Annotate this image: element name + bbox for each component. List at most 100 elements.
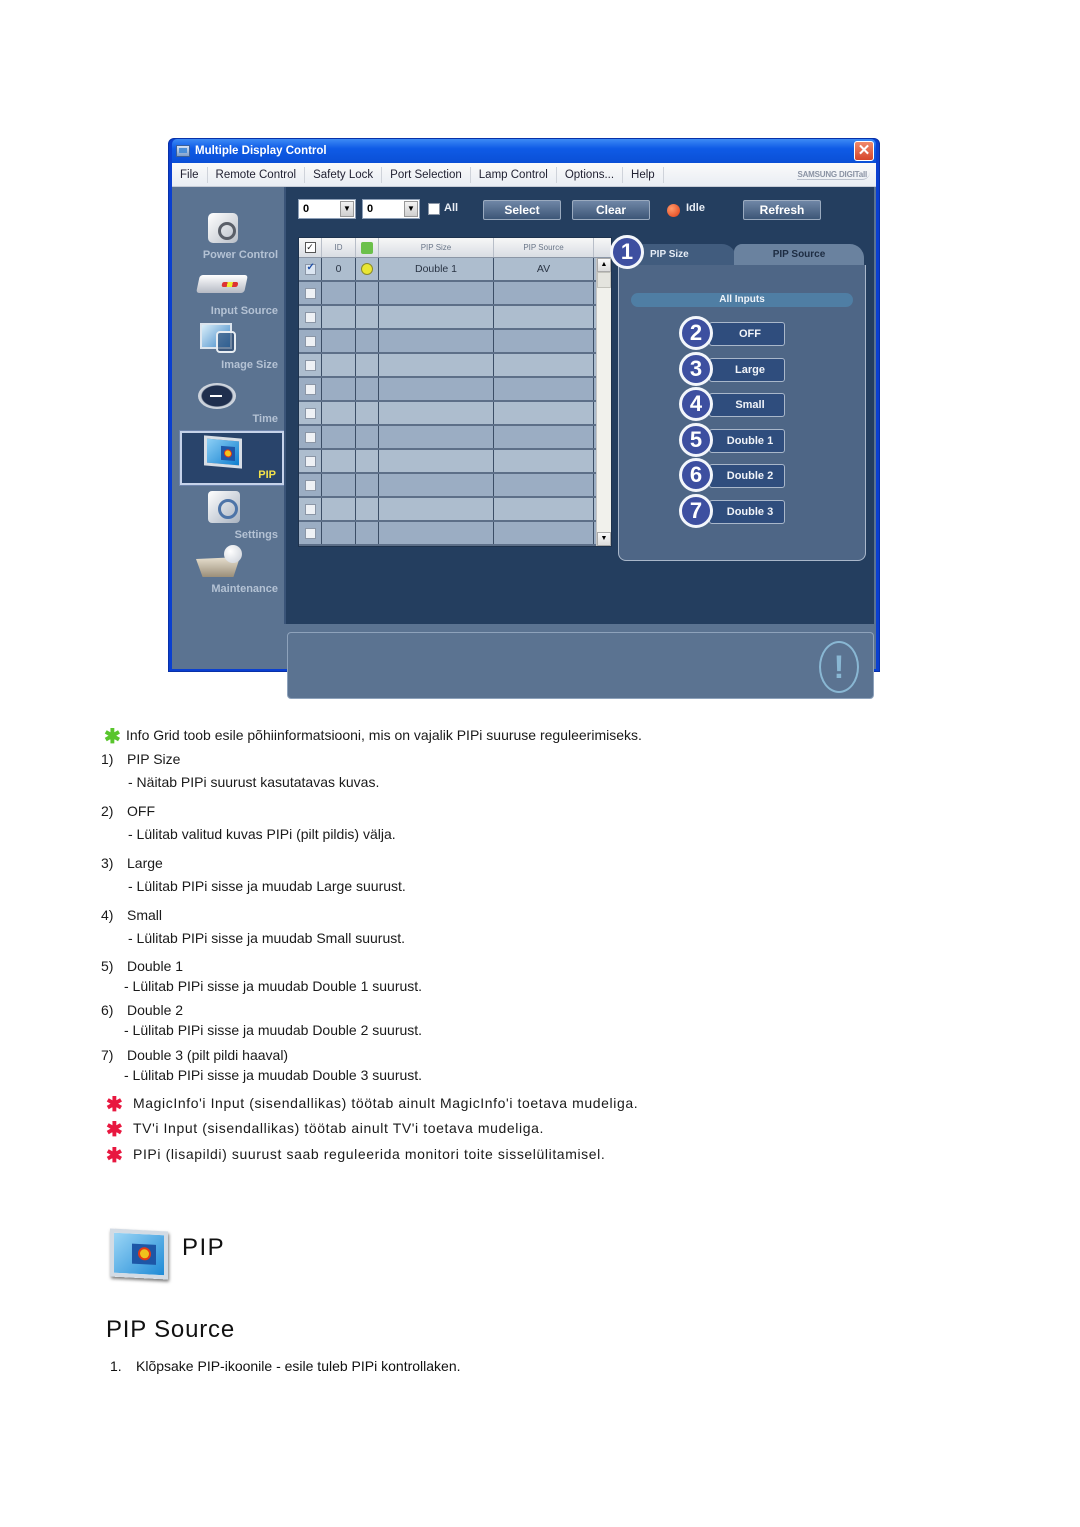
list-item-title-text: Double 2 (127, 1002, 184, 1018)
menu-remote-control[interactable]: Remote Control (208, 166, 306, 183)
pip-size-cell (379, 498, 494, 520)
column-header-pip-size[interactable]: PIP Size (379, 238, 494, 257)
refresh-button[interactable]: Refresh (743, 200, 821, 220)
menu-port-selection[interactable]: Port Selection (382, 166, 471, 183)
table-row[interactable] (299, 450, 611, 474)
pip-size-small-button[interactable]: Small (709, 393, 785, 417)
clear-button[interactable]: Clear (572, 200, 650, 220)
red-star-icon: ✱ (106, 1145, 124, 1167)
sidebar-item-maintenance[interactable]: Maintenance (178, 543, 284, 597)
sidebar-item-power-control[interactable]: Power Control (178, 209, 284, 263)
pip-size-double-3-button[interactable]: Double 3 (709, 500, 785, 524)
row-checkbox-cell[interactable] (299, 450, 322, 472)
column-header-power[interactable] (356, 238, 379, 257)
table-row[interactable]: 0 Double 1AV (299, 258, 611, 282)
select-button[interactable]: Select (483, 200, 561, 220)
table-row[interactable] (299, 474, 611, 498)
row-checkbox-cell[interactable] (299, 498, 322, 520)
list-item-title-text: PIP Size (127, 751, 181, 767)
power-cell (356, 450, 379, 472)
from-id-dropdown[interactable]: 0 ▼ (298, 199, 356, 219)
row-checkbox[interactable] (304, 479, 316, 491)
column-header-pip-source[interactable]: PIP Source (494, 238, 594, 257)
row-checkbox[interactable] (304, 407, 316, 419)
chevron-down-icon[interactable]: ▼ (340, 201, 354, 217)
header-select-all[interactable]: ✓ (299, 238, 322, 257)
pip-size-off-button[interactable]: OFF (709, 322, 785, 346)
power-control-icon (208, 213, 238, 243)
pip-size-double-2-button[interactable]: Double 2 (709, 464, 785, 488)
list-item-description: - Lülitab valitud kuvas PIPi (pilt pildi… (128, 826, 396, 842)
table-row[interactable] (299, 522, 611, 546)
list-item-title: 7) Double 3 (pilt pildi haaval) (101, 1047, 288, 1063)
to-id-dropdown[interactable]: 0 ▼ (362, 199, 420, 219)
table-row[interactable] (299, 354, 611, 378)
row-checkbox[interactable] (304, 455, 316, 467)
table-row[interactable] (299, 330, 611, 354)
note-text: PIPi (lisapildi) suurust saab reguleerid… (133, 1146, 606, 1162)
status-label: Idle (686, 202, 705, 214)
id-cell (322, 402, 356, 424)
menu-file[interactable]: File (172, 166, 208, 183)
pip-size-double-1-button[interactable]: Double 1 (709, 429, 785, 453)
scroll-thumb[interactable] (597, 272, 611, 288)
row-checkbox[interactable] (304, 527, 316, 539)
scroll-up-icon[interactable]: ▲ (597, 258, 611, 272)
row-checkbox[interactable] (304, 383, 316, 395)
all-checkbox[interactable] (428, 203, 440, 215)
pip-source-cell (494, 306, 594, 328)
table-row[interactable] (299, 378, 611, 402)
note-item: ✱ PIPi (lisapildi) suurust saab reguleeri… (106, 1143, 605, 1168)
row-checkbox[interactable] (304, 287, 316, 299)
row-checkbox-cell[interactable] (299, 282, 322, 304)
row-checkbox-cell[interactable] (299, 378, 322, 400)
sidebar-item-pip[interactable]: PIP (179, 430, 285, 486)
brand-logo: SAMSUNG DIGITall (797, 170, 870, 180)
pip-size-large-button[interactable]: Large (709, 358, 785, 382)
list-item-title-text: Double 1 (127, 958, 184, 974)
list-item-number: 4) (101, 907, 114, 923)
row-checkbox-cell[interactable] (299, 402, 322, 424)
row-checkbox-cell[interactable] (299, 474, 322, 496)
sidebar-item-settings[interactable]: Settings (178, 489, 284, 543)
table-row[interactable] (299, 498, 611, 522)
row-checkbox[interactable] (304, 503, 316, 515)
sidebar-item-input-source[interactable]: Input Source (178, 265, 284, 319)
row-checkbox[interactable] (304, 431, 316, 443)
row-checkbox-cell[interactable] (299, 426, 322, 448)
row-checkbox-cell[interactable] (299, 330, 322, 352)
grid-scrollbar[interactable]: ▲ ▼ (596, 258, 611, 546)
callout-badge-1: 1 (610, 235, 644, 269)
table-row[interactable] (299, 402, 611, 426)
column-header-id[interactable]: ID (322, 238, 356, 257)
sidebar-item-time[interactable]: Time (178, 373, 284, 427)
to-id-value: 0 (367, 203, 374, 215)
row-checkbox-cell[interactable] (299, 354, 322, 376)
list-item-number: 1) (101, 751, 114, 767)
scroll-down-icon[interactable]: ▼ (597, 532, 611, 546)
pip-size-cell (379, 354, 494, 376)
row-checkbox[interactable] (304, 359, 316, 371)
menu-options[interactable]: Options... (557, 166, 624, 183)
row-checkbox-cell[interactable] (299, 522, 322, 544)
table-row[interactable] (299, 306, 611, 330)
pip-source-cell (494, 282, 594, 304)
menu-help[interactable]: Help (623, 166, 664, 183)
row-checkbox[interactable] (304, 311, 316, 323)
checkbox-checked-icon[interactable]: ✓ (304, 242, 316, 253)
row-checkbox[interactable] (304, 335, 316, 347)
menu-bar: File Remote Control Safety Lock Port Sel… (172, 163, 876, 187)
row-checkbox-cell[interactable] (299, 258, 322, 280)
row-checkbox[interactable] (304, 262, 316, 275)
row-checkbox-cell[interactable] (299, 306, 322, 328)
menu-safety-lock[interactable]: Safety Lock (305, 166, 383, 183)
table-row[interactable] (299, 282, 611, 306)
menu-lamp-control[interactable]: Lamp Control (471, 166, 557, 183)
table-row[interactable] (299, 426, 611, 450)
pip-size-cell (379, 402, 494, 424)
close-button[interactable]: ✕ (854, 141, 874, 161)
sidebar-item-image-size[interactable]: Image Size (178, 319, 284, 373)
chevron-down-icon[interactable]: ▼ (404, 201, 418, 217)
tab-pip-source[interactable]: PIP Source (734, 244, 864, 266)
pip-size-cell (379, 426, 494, 448)
